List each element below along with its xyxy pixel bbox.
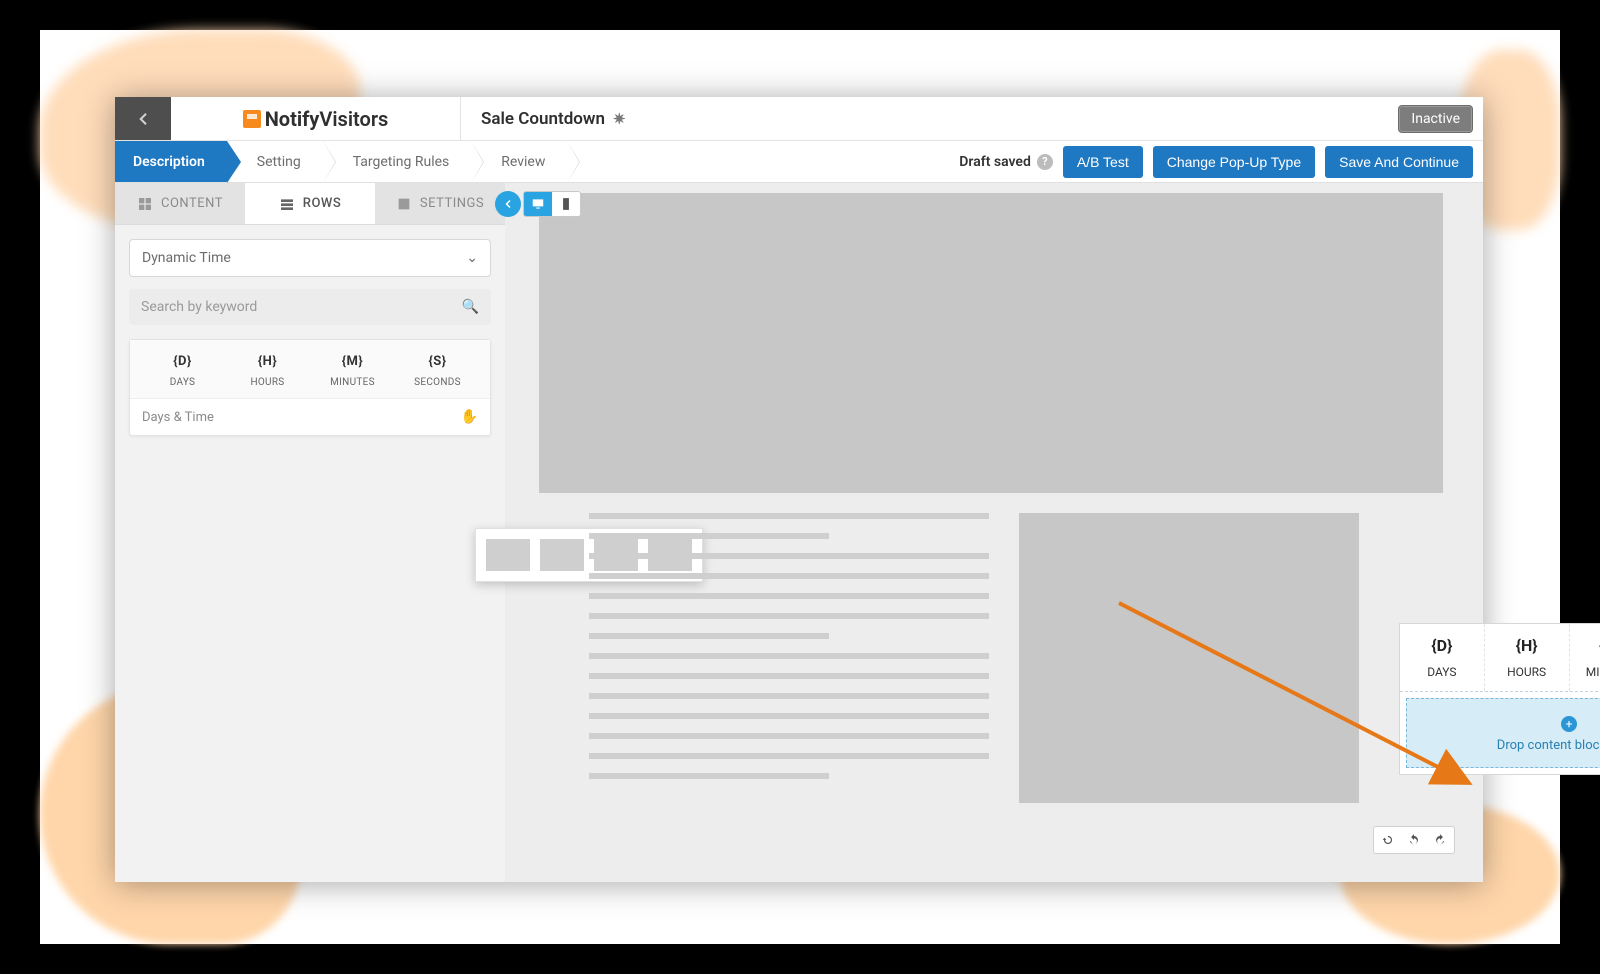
search-input[interactable]: Search by keyword 🔍 <box>129 289 491 325</box>
device-toggle <box>523 191 581 217</box>
undo-button[interactable] <box>1402 829 1426 851</box>
brand-bold: Notify <box>265 107 320 131</box>
tab-rows[interactable]: ROWS <box>245 183 375 224</box>
desktop-view-button[interactable] <box>524 192 552 216</box>
mobile-view-button[interactable] <box>552 192 580 216</box>
row-type-select[interactable]: Dynamic Time ⌄ <box>129 239 491 277</box>
drop-zone[interactable]: + Drop content blocks here <box>1406 698 1600 768</box>
brand-icon <box>243 110 261 128</box>
crumb-targeting[interactable]: Targeting Rules <box>323 141 472 182</box>
draft-status: Draft saved ? <box>959 154 1053 170</box>
panel-tabs: CONTENT ROWS SETTINGS <box>115 183 505 225</box>
collapse-panel-button[interactable] <box>495 191 521 217</box>
tab-settings[interactable]: SETTINGS <box>375 183 505 224</box>
status-badge[interactable]: Inactive <box>1398 105 1473 133</box>
block-name: Days & Time <box>142 410 214 425</box>
page-title-area: Sale Countdown ✷ <box>461 97 1398 140</box>
tab-content[interactable]: CONTENT <box>115 183 245 224</box>
crumb-review[interactable]: Review <box>471 141 567 182</box>
search-icon: 🔍 <box>462 299 479 315</box>
history-button[interactable] <box>1376 829 1400 851</box>
workspace: CONTENT ROWS SETTINGS Dynamic Time ⌄ <box>115 183 1483 882</box>
history-controls <box>1373 826 1455 854</box>
side-panel: CONTENT ROWS SETTINGS Dynamic Time ⌄ <box>115 183 505 882</box>
gear-icon[interactable]: ✷ <box>613 110 626 128</box>
app-window: NotifyVisitors Sale Countdown ✷ Inactive… <box>115 97 1483 882</box>
help-icon[interactable]: ? <box>1037 154 1053 170</box>
save-continue-button[interactable]: Save And Continue <box>1325 146 1473 178</box>
placeholder-text <box>589 513 989 793</box>
page-title: Sale Countdown <box>481 109 605 129</box>
back-button[interactable] <box>115 97 171 140</box>
redo-button[interactable] <box>1428 829 1452 851</box>
plus-icon: + <box>1561 716 1577 732</box>
placeholder-hero <box>539 193 1443 493</box>
breadcrumb: Description Setting Targeting Rules Revi… <box>115 141 567 182</box>
brand-logo: NotifyVisitors <box>171 97 461 140</box>
chevron-down-icon: ⌄ <box>466 250 478 266</box>
timer-block-card[interactable]: {D}DAYS {H}HOURS {M}MINUTES {S}SECONDS D… <box>129 339 491 436</box>
crumb-setting[interactable]: Setting <box>227 141 323 182</box>
brand-light: Visitors <box>319 107 388 131</box>
step-bar: Description Setting Targeting Rules Revi… <box>115 141 1483 183</box>
crumb-description[interactable]: Description <box>115 141 227 182</box>
topbar: NotifyVisitors Sale Countdown ✷ Inactive <box>115 97 1483 141</box>
grab-icon[interactable]: ✋ <box>461 409 478 425</box>
change-type-button[interactable]: Change Pop-Up Type <box>1153 146 1315 178</box>
canvas[interactable]: ✕ {D}DAYS {H}HOURS {M}MINUTES {S}SECONDS… <box>519 193 1463 862</box>
ab-test-button[interactable]: A/B Test <box>1063 146 1143 178</box>
dropped-timer-widget[interactable]: ✕ {D}DAYS {H}HOURS {M}MINUTES {S}SECONDS… <box>1399 623 1600 775</box>
placeholder-side <box>1019 513 1359 803</box>
